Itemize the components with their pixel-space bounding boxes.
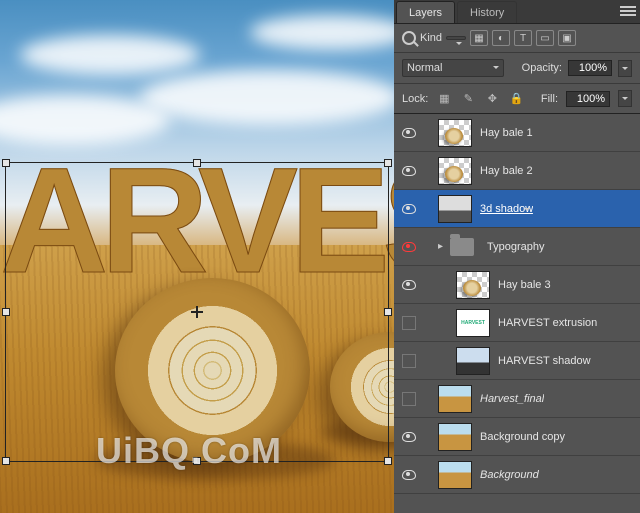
visibility-off-icon [402, 354, 416, 368]
panel-tabbar: Layers History [394, 0, 640, 24]
document-canvas[interactable]: ARVES UiBQ.CoM [0, 0, 394, 513]
layer-name[interactable]: HARVEST extrusion [498, 317, 597, 329]
layer-row[interactable]: HARVEST shadow [394, 342, 640, 380]
layer-thumbnail[interactable] [438, 195, 472, 223]
layer-row[interactable]: Hay bale 2 [394, 152, 640, 190]
layer-name[interactable]: Background [480, 469, 539, 481]
blend-mode-select[interactable]: Normal [402, 59, 504, 77]
layer-visibility-toggle[interactable] [394, 242, 424, 252]
filter-shape-icon[interactable]: ▭ [536, 30, 554, 46]
chevron-right-icon[interactable]: ▸ [438, 241, 443, 252]
layer-thumbnail[interactable] [438, 157, 472, 185]
lock-all-icon[interactable]: 🔒 [508, 92, 524, 106]
layer-name[interactable]: Hay bale 2 [480, 165, 533, 177]
layer-name[interactable]: HARVEST shadow [498, 355, 591, 367]
layer-name[interactable]: Background copy [480, 431, 565, 443]
eye-icon [402, 204, 416, 214]
layer-row[interactable]: HARVEST HARVEST extrusion [394, 304, 640, 342]
fill-label: Fill: [541, 93, 558, 105]
layer-list[interactable]: Hay bale 1 Hay bale 2 3d shadow ▸ Typography… [394, 114, 640, 494]
layer-name[interactable]: Hay bale 1 [480, 127, 533, 139]
eye-icon [402, 280, 416, 290]
layer-visibility-toggle[interactable] [394, 354, 424, 368]
layer-visibility-toggle[interactable] [394, 432, 424, 442]
filter-type-icon[interactable]: T [514, 30, 532, 46]
layers-panel: Layers History Kind ▦ ◐ T ▭ ▣ Normal Opa… [394, 0, 640, 513]
opacity-label: Opacity: [522, 62, 562, 74]
layer-thumbnail[interactable] [438, 423, 472, 451]
layer-row[interactable]: Hay bale 1 [394, 114, 640, 152]
layer-thumbnail[interactable] [438, 119, 472, 147]
layer-name[interactable]: 3d shadow [480, 203, 533, 215]
layer-thumbnail[interactable] [438, 461, 472, 489]
layer-thumbnail[interactable] [456, 347, 490, 375]
eye-icon [402, 242, 416, 252]
filter-adjust-icon[interactable]: ◐ [492, 30, 510, 46]
eye-icon [402, 470, 416, 480]
folder-icon [445, 233, 479, 261]
visibility-off-icon [402, 392, 416, 406]
lock-transparency-icon[interactable]: ▦ [436, 92, 452, 106]
filter-smart-icon[interactable]: ▣ [558, 30, 576, 46]
layer-visibility-toggle[interactable] [394, 470, 424, 480]
layer-thumbnail[interactable]: HARVEST [456, 309, 490, 337]
layer-row[interactable]: Hay bale 3 [394, 266, 640, 304]
eye-icon [402, 128, 416, 138]
layer-row[interactable]: Background [394, 456, 640, 494]
layer-visibility-toggle[interactable] [394, 128, 424, 138]
layer-visibility-toggle[interactable] [394, 316, 424, 330]
eye-icon [402, 432, 416, 442]
layer-visibility-toggle[interactable] [394, 204, 424, 214]
layer-name[interactable]: Hay bale 3 [498, 279, 551, 291]
layer-visibility-toggle[interactable] [394, 280, 424, 290]
panel-menu-icon[interactable] [620, 4, 636, 18]
watermark-main: UiBQ.CoM [96, 430, 282, 472]
layer-name[interactable]: Typography [487, 241, 544, 253]
layer-filter-bar: Kind ▦ ◐ T ▭ ▣ [394, 24, 640, 53]
layer-row[interactable]: 3d shadow [394, 190, 640, 228]
layer-thumbnail[interactable] [438, 385, 472, 413]
search-icon[interactable] [402, 31, 416, 45]
filter-kind-label: Kind [420, 32, 442, 44]
opacity-input[interactable]: 100% [568, 60, 612, 76]
layer-row[interactable]: ▸ Typography [394, 228, 640, 266]
layer-visibility-toggle[interactable] [394, 166, 424, 176]
lock-bar: Lock: ▦ ✎ ✥ 🔒 Fill: 100% [394, 84, 640, 114]
layer-row[interactable]: Background copy [394, 418, 640, 456]
lock-paint-icon[interactable]: ✎ [460, 92, 476, 106]
lock-label: Lock: [402, 93, 428, 105]
fill-input[interactable]: 100% [566, 91, 610, 107]
tab-history[interactable]: History [457, 1, 517, 23]
filter-kind-select[interactable] [446, 36, 466, 40]
eye-icon [402, 166, 416, 176]
layer-visibility-toggle[interactable] [394, 392, 424, 406]
tab-layers[interactable]: Layers [396, 1, 455, 23]
layer-thumbnail[interactable] [456, 271, 490, 299]
visibility-off-icon [402, 316, 416, 330]
blend-options-bar: Normal Opacity: 100% [394, 53, 640, 84]
fill-dropdown-icon[interactable] [618, 90, 632, 107]
layer-name[interactable]: Harvest_final [480, 393, 544, 405]
filter-pixel-icon[interactable]: ▦ [470, 30, 488, 46]
layer-row[interactable]: Harvest_final [394, 380, 640, 418]
opacity-dropdown-icon[interactable] [618, 60, 632, 77]
lock-position-icon[interactable]: ✥ [484, 92, 500, 106]
